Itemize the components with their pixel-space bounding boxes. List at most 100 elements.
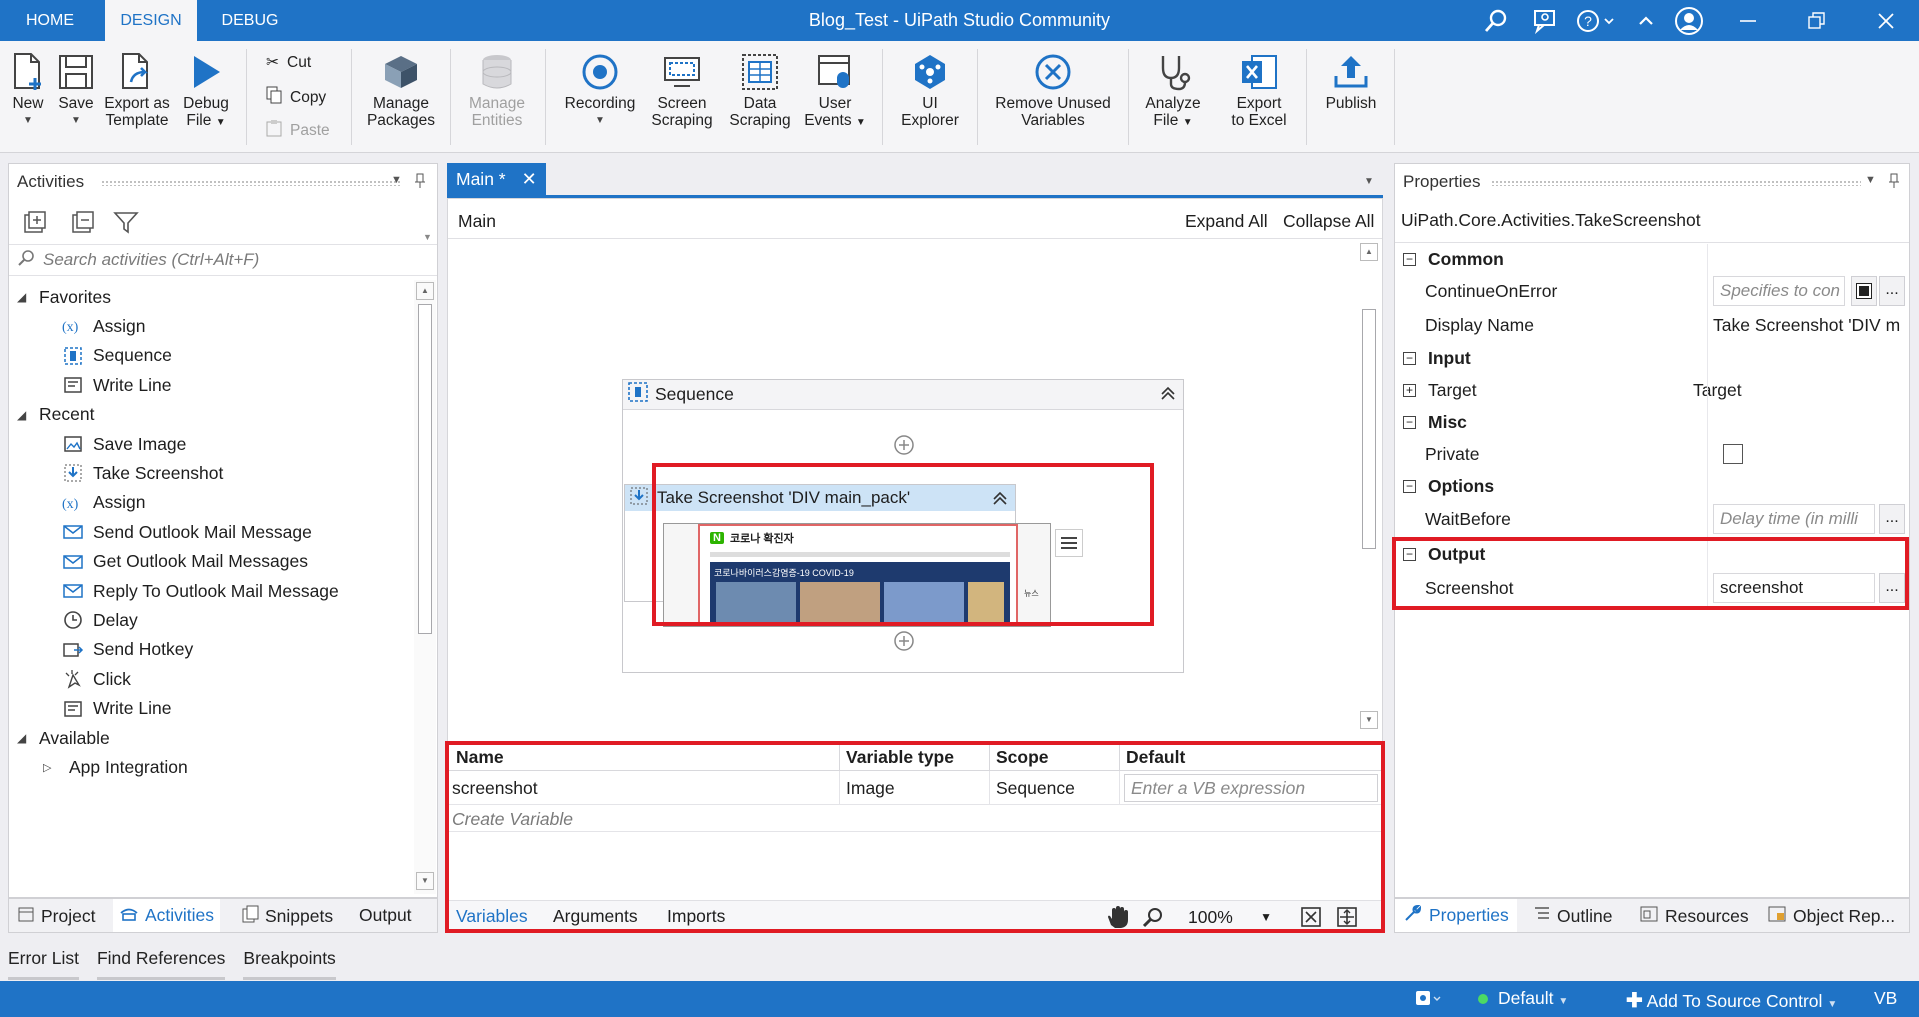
panel-options-icon[interactable]: ▼ — [391, 174, 402, 186]
publish-button[interactable]: Publish — [1318, 49, 1384, 149]
add-activity-bottom-icon[interactable] — [893, 630, 915, 657]
expand-target-icon[interactable]: + — [1403, 383, 1416, 397]
write-line-icon — [61, 374, 85, 396]
remove-unused-variables-button[interactable]: Remove Unused Variables — [990, 49, 1116, 149]
manage-packages-button[interactable]: Manage Packages — [362, 49, 440, 149]
designer-scrollbar[interactable]: ▲ ▼ — [1358, 241, 1380, 731]
ribbon-separator — [882, 49, 883, 145]
language-indicator: VB — [1874, 988, 1898, 1008]
export-to-excel-button[interactable]: Export to Excel — [1226, 49, 1292, 149]
close-icon[interactable] — [1866, 0, 1906, 41]
mail-icon — [61, 551, 85, 573]
tab-activities[interactable]: Activities — [113, 899, 221, 932]
user-events-button[interactable]: User Events ▼ — [802, 49, 868, 149]
tab-find-references[interactable]: Find References — [96, 948, 226, 980]
pin-icon[interactable] — [414, 172, 426, 193]
collapse-sequence-icon[interactable] — [1159, 384, 1177, 407]
variable-mode-button[interactable] — [1851, 276, 1877, 306]
collapse-all-icon[interactable] — [71, 210, 95, 239]
tab-resources[interactable]: Resources — [1639, 905, 1749, 928]
activities-search[interactable]: Search activities (Ctrl+Alt+F) — [9, 244, 437, 276]
save-button[interactable]: Save ▼ — [54, 49, 98, 149]
minimize-icon[interactable] — [1728, 0, 1768, 41]
collapse-options-icon[interactable]: − — [1403, 479, 1416, 493]
debug-file-button[interactable]: Debug File ▼ — [176, 49, 236, 149]
continue-on-error-ellipsis-button[interactable]: ... — [1879, 276, 1905, 306]
help-icon[interactable]: ? — [1572, 0, 1622, 41]
publish-icon — [1318, 49, 1384, 95]
notifications-icon[interactable] — [1414, 989, 1444, 1014]
tab-snippets[interactable]: Snippets — [241, 905, 333, 928]
mail-icon — [61, 521, 85, 543]
collapse-common-icon[interactable]: − — [1403, 252, 1416, 266]
panel-options-icon[interactable]: ▼ — [1865, 174, 1876, 186]
category-app-integration[interactable]: ▷ App Integration — [43, 749, 188, 785]
tab-project[interactable]: Project — [17, 905, 95, 928]
collapse-all-button[interactable]: Collapse All — [1283, 211, 1374, 232]
property-display-name[interactable]: Display Name Take Screenshot 'DIV m — [1395, 309, 1909, 341]
toolbar-overflow-icon[interactable]: ▼ — [423, 232, 432, 242]
expand-all-button[interactable]: Expand All — [1185, 211, 1268, 232]
feedback-icon[interactable] — [1524, 0, 1564, 41]
add-activity-top-icon[interactable] — [893, 434, 915, 461]
screen-label-2: Scraping — [651, 112, 713, 129]
export-template-button[interactable]: Export as Template — [102, 49, 172, 149]
tab-list-dropdown-icon[interactable]: ▼ — [1364, 176, 1374, 187]
tab-design[interactable]: DESIGN — [105, 0, 197, 41]
manage-entities-button[interactable]: Manage Entities — [458, 49, 536, 149]
collapse-misc-icon[interactable]: − — [1403, 415, 1416, 429]
screen-scraping-button[interactable]: Screen Scraping — [648, 49, 716, 149]
collapse-triangle-icon[interactable]: ◢ — [17, 290, 33, 304]
tab-outline[interactable]: Outline — [1533, 905, 1612, 928]
wrench-icon — [1403, 903, 1423, 928]
filter-icon[interactable] — [113, 210, 139, 239]
sequence-header[interactable]: Sequence — [623, 380, 1183, 410]
search-icon[interactable] — [1476, 0, 1516, 41]
ribbon-separator — [1394, 49, 1395, 145]
tab-output[interactable]: Output — [359, 905, 412, 926]
collapse-triangle-icon[interactable]: ◢ — [17, 731, 33, 745]
category-options[interactable]: − Options — [1395, 471, 1909, 501]
data-scraping-button[interactable]: Data Scraping — [726, 49, 794, 149]
document-tab-main[interactable]: Main * ✕ — [447, 163, 546, 195]
tab-home[interactable]: HOME — [0, 0, 100, 41]
source-control-label: Add To Source Control — [1646, 991, 1823, 1011]
close-tab-icon[interactable]: ✕ — [522, 169, 537, 190]
analyze-file-button[interactable]: Analyze File ▼ — [1138, 49, 1208, 149]
tab-properties[interactable]: Properties — [1395, 899, 1517, 932]
property-target[interactable]: + Target Target — [1395, 374, 1909, 406]
tab-breakpoints[interactable]: Breakpoints — [243, 948, 336, 980]
continue-on-error-input[interactable]: Specifies to con — [1713, 276, 1845, 306]
wait-before-input[interactable]: Delay time (in milli — [1713, 504, 1875, 534]
display-name-value[interactable]: Take Screenshot 'DIV m — [1713, 315, 1909, 336]
profile-selector[interactable]: Default ▼ — [1498, 988, 1568, 1009]
expand-triangle-icon[interactable]: ▷ — [43, 761, 59, 774]
category-input[interactable]: − Input — [1395, 343, 1909, 373]
private-checkbox[interactable] — [1723, 444, 1743, 464]
activities-scrollbar[interactable]: ▲ ▼ — [414, 280, 436, 894]
collapse-input-icon[interactable]: − — [1403, 351, 1416, 365]
recording-button[interactable]: Recording ▼ — [558, 49, 642, 149]
tab-debug[interactable]: DEBUG — [200, 0, 300, 41]
expand-all-icon[interactable] — [23, 210, 47, 239]
property-private[interactable]: Private — [1395, 438, 1909, 470]
copy-button[interactable]: Copy — [266, 86, 326, 109]
activities-panel: Activities ▼ ▼ Search activities (Ctrl+A… — [8, 163, 438, 898]
account-icon[interactable] — [1669, 0, 1709, 41]
category-common[interactable]: − Common — [1395, 244, 1909, 274]
category-misc[interactable]: − Misc — [1395, 407, 1909, 437]
add-to-source-control-button[interactable]: ✚ Add To Source Control ▼ — [1626, 988, 1837, 1013]
target-value[interactable]: Target — [1693, 380, 1742, 401]
tab-object-repository[interactable]: Object Rep... — [1767, 905, 1895, 928]
tab-error-list[interactable]: Error List — [8, 948, 79, 980]
ui-explorer-button[interactable]: UI Explorer — [895, 49, 965, 149]
collapse-triangle-icon[interactable]: ◢ — [17, 408, 33, 422]
pin-icon[interactable] — [1888, 172, 1900, 193]
breadcrumb[interactable]: Main — [458, 211, 496, 232]
wait-before-ellipsis-button[interactable]: ... — [1879, 504, 1905, 534]
restore-icon[interactable] — [1797, 0, 1837, 41]
paste-button[interactable]: Paste — [266, 119, 330, 142]
new-button[interactable]: New ▼ — [6, 49, 50, 149]
cut-button[interactable]: ✂ Cut — [266, 53, 311, 72]
collapse-ribbon-icon[interactable] — [1626, 0, 1666, 41]
